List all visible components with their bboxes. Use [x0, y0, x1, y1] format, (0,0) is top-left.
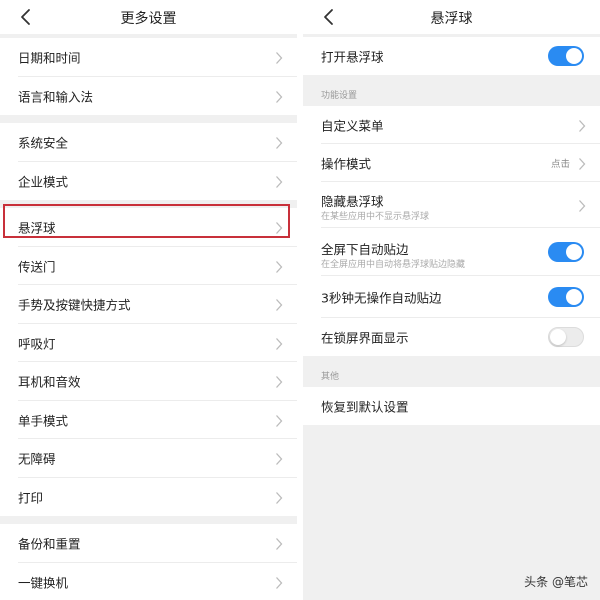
settings-item[interactable]: 企业模式 — [0, 161, 297, 200]
fullscreen-snap-row[interactable]: 全屏下自动贴边 在全屏应用中自动将悬浮球贴边隐藏 — [303, 228, 600, 276]
settings-item[interactable]: 单手模式 — [0, 400, 297, 439]
hide-floating-ball-row[interactable]: 隐藏悬浮球 在某些应用中不显示悬浮球 — [303, 182, 600, 228]
floating-ball-screen: 悬浮球 打开悬浮球 功能设置 自定义菜单 操作模式 点击 隐藏悬浮球 在某些应用… — [303, 0, 600, 600]
settings-item[interactable]: 耳机和音效 — [0, 362, 297, 401]
chevron-right-icon — [275, 413, 283, 427]
lockscreen-show-row[interactable]: 在锁屏界面显示 — [303, 318, 600, 356]
row-label: 3秒钟无操作自动贴边 — [321, 290, 442, 306]
chevron-right-icon — [275, 50, 283, 65]
settings-item-label: 传送门 — [18, 259, 56, 275]
fullscreen-snap-toggle[interactable] — [548, 242, 584, 262]
settings-item[interactable]: 备份和重置 — [0, 524, 297, 563]
settings-item-label: 企业模式 — [18, 174, 69, 190]
idle-snap-toggle[interactable] — [548, 287, 584, 307]
chevron-right-icon — [275, 336, 283, 350]
settings-item-label: 语言和输入法 — [18, 89, 94, 105]
watermark: 头条 @笔芯 — [524, 575, 588, 589]
section-label-other: 其他 — [321, 372, 340, 382]
section-label-features: 功能设置 — [321, 91, 358, 101]
settings-item-label: 单手模式 — [18, 413, 69, 429]
settings-item[interactable]: 传送门 — [0, 246, 297, 285]
lockscreen-show-toggle[interactable] — [548, 327, 584, 347]
settings-item-label: 手势及按键快捷方式 — [18, 297, 131, 313]
settings-item[interactable]: 无障碍 — [0, 439, 297, 478]
settings-item-label: 日期和时间 — [18, 50, 81, 66]
settings-item-label: 一键换机 — [18, 575, 69, 591]
chevron-right-icon — [578, 156, 586, 170]
settings-item[interactable]: 打印 — [0, 477, 297, 516]
row-label: 操作模式 — [321, 156, 372, 172]
back-arrow-icon — [324, 9, 333, 25]
group-gap — [0, 115, 297, 123]
operation-mode-row[interactable]: 操作模式 点击 — [303, 144, 600, 182]
settings-item-label: 悬浮球 — [18, 220, 56, 236]
chevron-right-icon — [275, 297, 283, 312]
row-label: 恢复到默认设置 — [321, 399, 409, 415]
settings-item[interactable]: 一键换机 — [0, 562, 297, 600]
more-settings-screen: 更多设置 日期和时间语言和输入法 系统安全企业模式悬浮球传送门手势及按键快捷方式呼… — [0, 0, 297, 600]
chevron-right-icon — [275, 451, 283, 466]
settings-item[interactable]: 呼吸灯 — [0, 323, 297, 362]
settings-item-label: 无障碍 — [18, 451, 56, 467]
back-button[interactable] — [317, 3, 341, 31]
page-title: 更多设置 — [120, 11, 177, 27]
toggle-knob — [566, 244, 582, 260]
chevron-right-icon — [275, 575, 283, 589]
chevron-right-icon — [275, 174, 283, 188]
chevron-right-icon — [275, 490, 283, 504]
row-label: 打开悬浮球 — [321, 49, 384, 65]
chevron-right-icon — [578, 118, 586, 132]
chevron-right-icon — [275, 259, 283, 273]
row-label: 全屏下自动贴边 — [321, 242, 409, 257]
page-title: 悬浮球 — [430, 11, 473, 27]
settings-item-label: 系统安全 — [18, 135, 69, 151]
toggle-knob — [566, 48, 582, 64]
floating-ball-toggle[interactable] — [548, 46, 584, 66]
row-subtitle: 在某些应用中不显示悬浮球 — [321, 212, 430, 222]
header: 更多设置 — [0, 0, 297, 34]
row-subtitle: 在全屏应用中自动将悬浮球贴边隐藏 — [321, 260, 466, 270]
chevron-right-icon — [275, 135, 283, 150]
toggle-knob — [566, 289, 582, 305]
settings-item-label: 耳机和音效 — [18, 374, 81, 390]
settings-item-label: 呼吸灯 — [18, 336, 56, 352]
header: 悬浮球 — [303, 0, 600, 34]
chevron-right-icon — [275, 536, 283, 551]
row-label: 在锁屏界面显示 — [321, 330, 409, 346]
settings-item[interactable]: 手势及按键快捷方式 — [0, 285, 297, 324]
operation-mode-value: 点击 — [550, 159, 570, 170]
back-button[interactable] — [14, 3, 38, 31]
settings-item-label: 打印 — [18, 490, 44, 506]
settings-item[interactable]: 日期和时间 — [0, 38, 297, 77]
settings-item[interactable]: 语言和输入法 — [0, 76, 297, 115]
chevron-right-icon — [578, 198, 586, 212]
chevron-right-icon — [275, 89, 283, 103]
idle-snap-row[interactable]: 3秒钟无操作自动贴边 — [303, 276, 600, 318]
custom-menu-row[interactable]: 自定义菜单 — [303, 106, 600, 144]
settings-item-label: 备份和重置 — [18, 536, 81, 552]
toggle-knob — [550, 329, 566, 345]
chevron-right-icon — [275, 220, 283, 235]
chevron-right-icon — [275, 374, 283, 389]
settings-item[interactable]: 悬浮球 — [0, 208, 297, 247]
toggle-floating-ball-row[interactable]: 打开悬浮球 — [303, 37, 600, 75]
settings-item[interactable]: 系统安全 — [0, 123, 297, 162]
group-gap — [0, 516, 297, 524]
row-label: 自定义菜单 — [321, 118, 384, 134]
row-label: 隐藏悬浮球 — [321, 194, 384, 209]
reset-defaults-row[interactable]: 恢复到默认设置 — [303, 387, 600, 425]
back-arrow-icon — [21, 9, 30, 25]
group-gap — [0, 200, 297, 208]
